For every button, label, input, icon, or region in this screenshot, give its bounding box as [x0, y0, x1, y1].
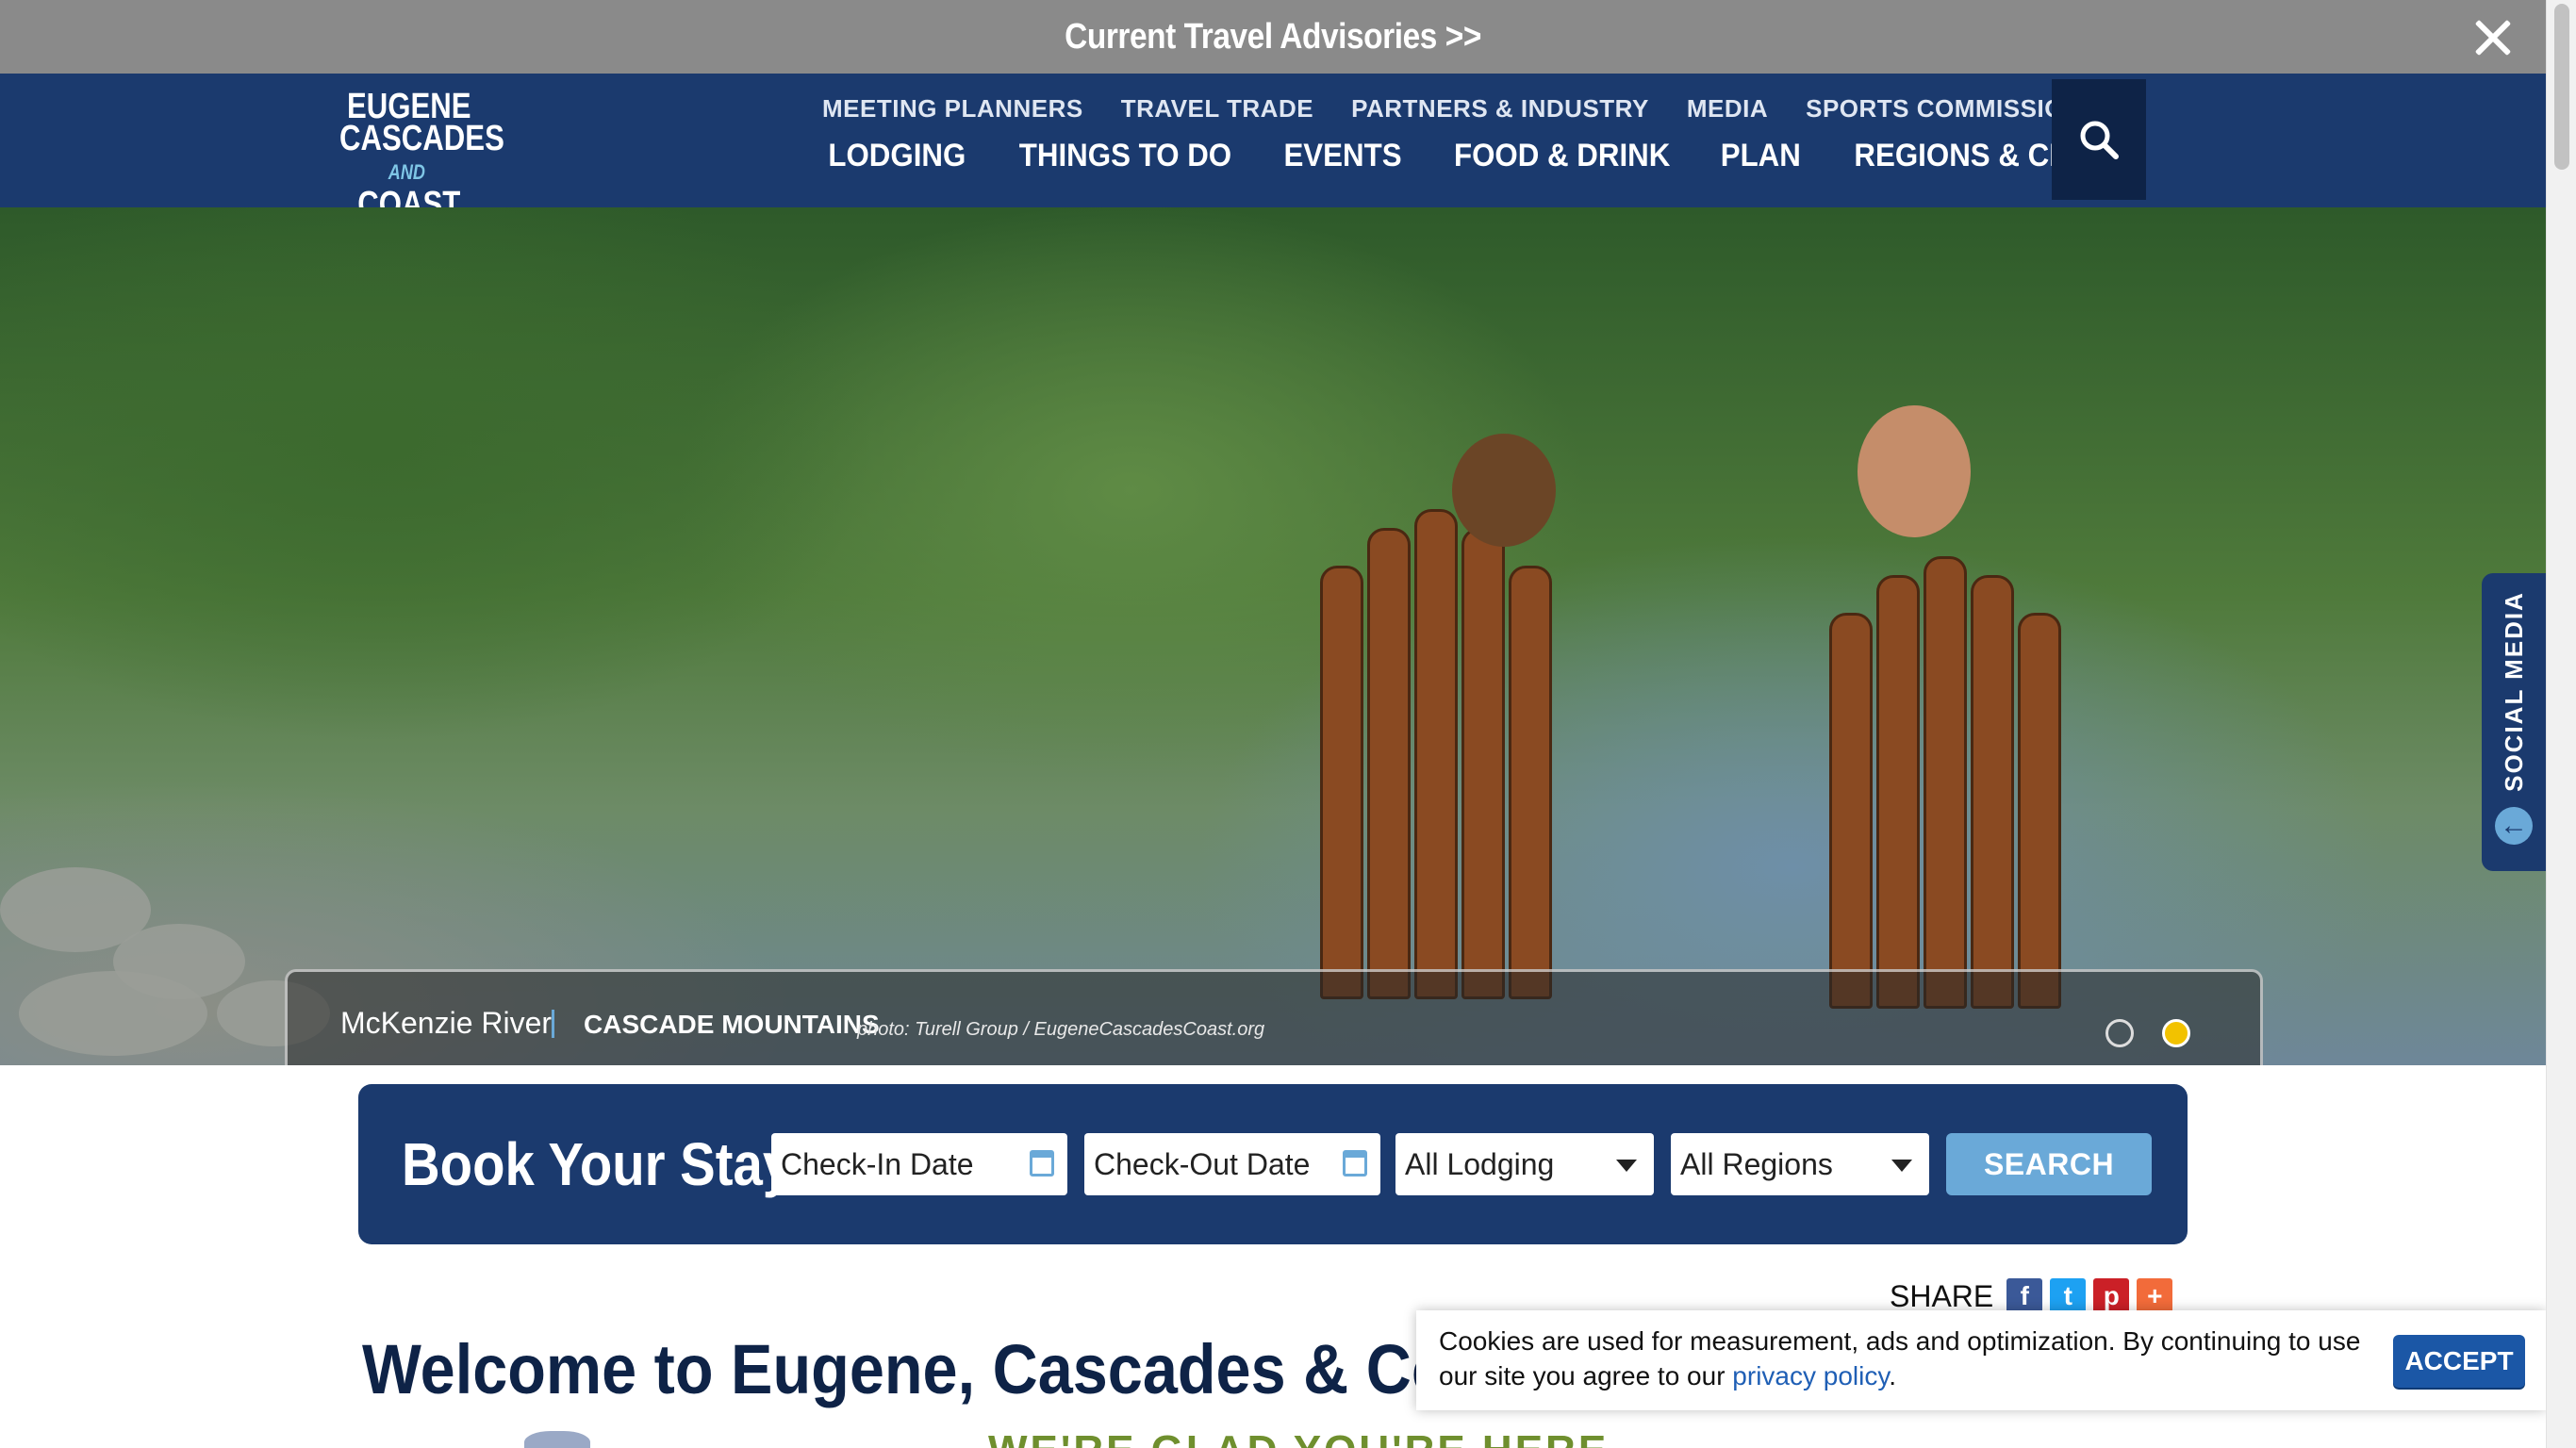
calendar-icon[interactable]	[1030, 1150, 1054, 1176]
nav-sports-commission[interactable]: SPORTS COMMISSION	[1806, 94, 2082, 123]
checkin-placeholder: Check-In Date	[781, 1146, 974, 1181]
person-man	[1858, 405, 1971, 537]
utility-nav: MEETING PLANNERS TRAVEL TRADE PARTNERS &…	[822, 94, 2082, 123]
slide-dot-1[interactable]	[2105, 1019, 2134, 1047]
cookie-text: Cookies are used for measurement, ads an…	[1439, 1326, 2361, 1390]
advisory-link[interactable]: Current Travel Advisories >>	[1065, 17, 1481, 58]
logo-line-2: CASCADES	[339, 119, 504, 158]
close-icon[interactable]	[2472, 17, 2512, 57]
pinterest-icon[interactable]: p	[2093, 1278, 2130, 1314]
adirondack-chair-left	[1301, 509, 1584, 1037]
slide-dot-2[interactable]	[2162, 1019, 2190, 1047]
search-icon	[2080, 121, 2119, 159]
site-header: EUGENE CASCADES ANDCOAST MEETING PLANNER…	[0, 74, 2546, 222]
regions-selected: All Regions	[1680, 1146, 1833, 1181]
regions-select[interactable]: All Regions	[1671, 1133, 1929, 1195]
social-media-tab[interactable]: SOCIAL MEDIA ←	[2482, 573, 2546, 871]
nav-meeting-planners[interactable]: MEETING PLANNERS	[822, 94, 1083, 123]
booking-widget: Book Your Stay Check-In Date Check-Out D…	[358, 1084, 2188, 1244]
chevron-down-icon	[1891, 1160, 1912, 1172]
nav-things-to-do[interactable]: THINGS TO DO	[1018, 138, 1230, 174]
nav-food-drink[interactable]: FOOD & DRINK	[1454, 138, 1670, 174]
accept-button[interactable]: ACCEPT	[2393, 1335, 2525, 1388]
lodging-selected: All Lodging	[1405, 1146, 1555, 1181]
social-media-label: SOCIAL MEDIA	[2499, 590, 2528, 792]
nav-lodging[interactable]: LODGING	[828, 138, 966, 174]
cookie-banner: Cookies are used for measurement, ads an…	[1416, 1310, 2546, 1410]
logo[interactable]: EUGENE CASCADES ANDCOAST	[339, 87, 504, 222]
arrow-left-icon[interactable]: ←	[2495, 807, 2533, 845]
advisory-bar[interactable]: Current Travel Advisories >>	[0, 0, 2546, 74]
welcome-heading: Welcome to Eugene, Cascades & Coast	[362, 1330, 1541, 1408]
checkout-placeholder: Check-Out Date	[1094, 1146, 1311, 1181]
photo-credit: photo: Turell Group / EugeneCascadesCoas…	[857, 1019, 1265, 1040]
main-nav: LODGING THINGS TO DO EVENTS FOOD & DRINK…	[822, 138, 2134, 174]
lodging-select[interactable]: All Lodging	[1395, 1133, 1654, 1195]
rock	[19, 971, 207, 1056]
hero-image: McKenzie River CASCADE MOUNTAINS photo: …	[0, 207, 2546, 1065]
nav-media[interactable]: MEDIA	[1687, 94, 1768, 123]
nav-partners-industry[interactable]: PARTNERS & INDUSTRY	[1351, 94, 1649, 123]
logo-line-1: EUGENE	[346, 87, 471, 126]
caption-region: CASCADE MOUNTAINS	[584, 1010, 880, 1039]
hero-caption: McKenzie River CASCADE MOUNTAINS photo: …	[285, 969, 2263, 1065]
facebook-icon[interactable]: f	[2006, 1278, 2043, 1314]
checkout-field[interactable]: Check-Out Date	[1084, 1133, 1380, 1195]
nav-events[interactable]: EVENTS	[1283, 138, 1401, 174]
person-woman	[1452, 434, 1556, 547]
share-label: SHARE	[1890, 1278, 1994, 1313]
chevron-down-icon	[1616, 1160, 1637, 1172]
privacy-policy-link[interactable]: privacy policy	[1732, 1361, 1889, 1390]
scrollbar-thumb[interactable]	[2554, 4, 2569, 170]
calendar-icon[interactable]	[1343, 1150, 1367, 1176]
page-scrollbar[interactable]	[2546, 0, 2576, 1448]
nav-travel-trade[interactable]: TRAVEL TRADE	[1121, 94, 1313, 123]
checkin-field[interactable]: Check-In Date	[771, 1133, 1067, 1195]
share-bar: SHARE f t p +	[1890, 1278, 2173, 1314]
caption-divider	[552, 1010, 554, 1038]
map-graphic	[524, 1431, 590, 1448]
caption-place: McKenzie River	[340, 1006, 553, 1040]
booking-title: Book Your Stay	[402, 1130, 793, 1198]
logo-and: AND	[388, 159, 425, 184]
twitter-icon[interactable]: t	[2050, 1278, 2087, 1314]
welcome-subtitle: WE'RE GLAD YOU'RE HERE	[988, 1427, 1609, 1448]
booking-search-button[interactable]: SEARCH	[1946, 1133, 2152, 1195]
header-search-button[interactable]	[2052, 79, 2146, 200]
plus-icon[interactable]: +	[2137, 1278, 2173, 1314]
nav-plan[interactable]: PLAN	[1721, 138, 1801, 174]
